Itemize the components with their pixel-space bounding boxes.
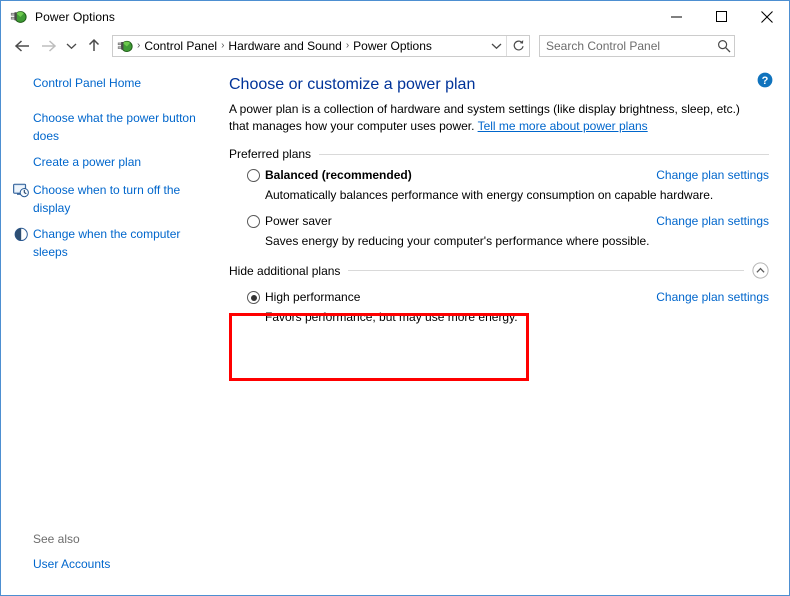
plan-description: Automatically balances performance with … [265, 188, 714, 202]
preferred-plans-header: Preferred plans [229, 147, 769, 161]
plan-row-high-performance[interactable]: High performance Change plan settings Fa… [229, 290, 769, 325]
plan-description: Favors performance, but may use more ene… [265, 310, 518, 324]
sidebar-item-create-plan[interactable]: Create a power plan [1, 153, 213, 173]
plan-name: Power saver [265, 214, 332, 228]
see-also-item-user-accounts[interactable]: User Accounts [33, 555, 201, 573]
chevron-up-circle-icon[interactable] [752, 262, 769, 279]
main-pane: ? Choose or customize a power plan A pow… [223, 62, 789, 595]
additional-plans-section: Hide additional plans High performance C… [229, 262, 769, 325]
back-button[interactable] [9, 34, 35, 58]
power-options-window: Power Options › Control Panel › Hardware… [0, 0, 790, 596]
additional-plans-header[interactable]: Hide additional plans [229, 262, 769, 279]
intro-text: A power plan is a collection of hardware… [229, 101, 762, 135]
sidebar-item-label: Choose when to turn off the display [33, 183, 181, 215]
plan-row-power-saver[interactable]: Power saver Change plan settings Saves e… [229, 214, 769, 249]
display-clock-icon [11, 183, 31, 201]
forward-button[interactable] [35, 34, 61, 58]
sidebar-item-control-panel-home[interactable]: Control Panel Home [1, 74, 213, 94]
sidebar-item-label: Create a power plan [33, 155, 142, 169]
divider [319, 153, 769, 155]
change-plan-settings-balanced[interactable]: Change plan settings [656, 168, 769, 183]
radio-balanced[interactable] [247, 169, 260, 182]
sidebar-item-label: Choose what the power button does [33, 111, 196, 143]
search-box[interactable] [539, 34, 735, 57]
plan-row-balanced[interactable]: Balanced (recommended) Change plan setti… [229, 168, 769, 203]
svg-text:?: ? [762, 75, 769, 87]
breadcrumb-separator-1: › [221, 40, 225, 51]
address-power-plug-icon [117, 38, 133, 54]
moon-sleep-icon [11, 227, 31, 245]
window-title: Power Options [35, 9, 116, 24]
plan-name: High performance [265, 290, 361, 304]
help-icon[interactable]: ? [757, 72, 773, 88]
recent-locations-button[interactable] [61, 34, 81, 58]
close-button[interactable] [744, 1, 789, 32]
sidebar-item-label: Control Panel Home [33, 76, 142, 90]
divider [348, 270, 744, 271]
breadcrumb-item-hardware-and-sound[interactable]: Hardware and Sound [225, 39, 344, 53]
plan-description: Saves energy by reducing your computer's… [265, 234, 650, 248]
sidebar-item-power-button[interactable]: Choose what the power button does [1, 109, 213, 145]
content-area: Control Panel Home Choose what the power… [1, 62, 789, 595]
breadcrumb-item-power-options[interactable]: Power Options [350, 39, 435, 53]
breadcrumb-item-control-panel[interactable]: Control Panel [141, 39, 220, 53]
title-bar: Power Options [1, 1, 789, 32]
sidebar-item-computer-sleeps[interactable]: Change when the computer sleeps [1, 225, 213, 261]
breadcrumb-separator-2: › [345, 40, 350, 51]
window-controls [654, 1, 789, 32]
power-plug-icon [10, 8, 27, 25]
chevron-down-icon[interactable] [486, 36, 506, 56]
radio-high-performance[interactable] [247, 291, 260, 304]
see-also-title: See also [33, 532, 80, 546]
search-input[interactable] [540, 38, 714, 53]
refresh-icon[interactable] [506, 35, 529, 56]
sidebar-icon-placeholder [11, 111, 31, 129]
search-icon[interactable] [714, 36, 734, 56]
sidebar-item-label: Change when the computer sleeps [33, 227, 181, 259]
tell-me-more-link[interactable]: Tell me more about power plans [478, 119, 648, 133]
maximize-button[interactable] [699, 1, 744, 32]
change-plan-settings-high-performance[interactable]: Change plan settings [656, 290, 769, 305]
preferred-plans-label: Preferred plans [229, 147, 312, 161]
minimize-button[interactable] [654, 1, 699, 32]
hide-additional-plans-label: Hide additional plans [229, 263, 341, 278]
breadcrumb: › Control Panel › Hardware and Sound › P… [136, 39, 486, 53]
navigation-bar: › Control Panel › Hardware and Sound › P… [1, 32, 789, 62]
address-bar[interactable]: › Control Panel › Hardware and Sound › P… [112, 34, 530, 57]
see-also-section: See also User Accounts [33, 532, 213, 573]
sidebar-item-turn-off-display[interactable]: Choose when to turn off the display [1, 181, 213, 217]
plan-name: Balanced (recommended) [265, 168, 412, 182]
sidebar-icon-placeholder [11, 155, 31, 173]
sidebar: Control Panel Home Choose what the power… [1, 62, 223, 595]
page-title: Choose or customize a power plan [229, 76, 476, 93]
radio-power-saver[interactable] [247, 215, 260, 228]
sidebar-icon-placeholder [11, 76, 31, 94]
breadcrumb-separator-0: › [137, 40, 141, 51]
up-button[interactable] [81, 34, 107, 58]
change-plan-settings-power-saver[interactable]: Change plan settings [656, 214, 769, 229]
